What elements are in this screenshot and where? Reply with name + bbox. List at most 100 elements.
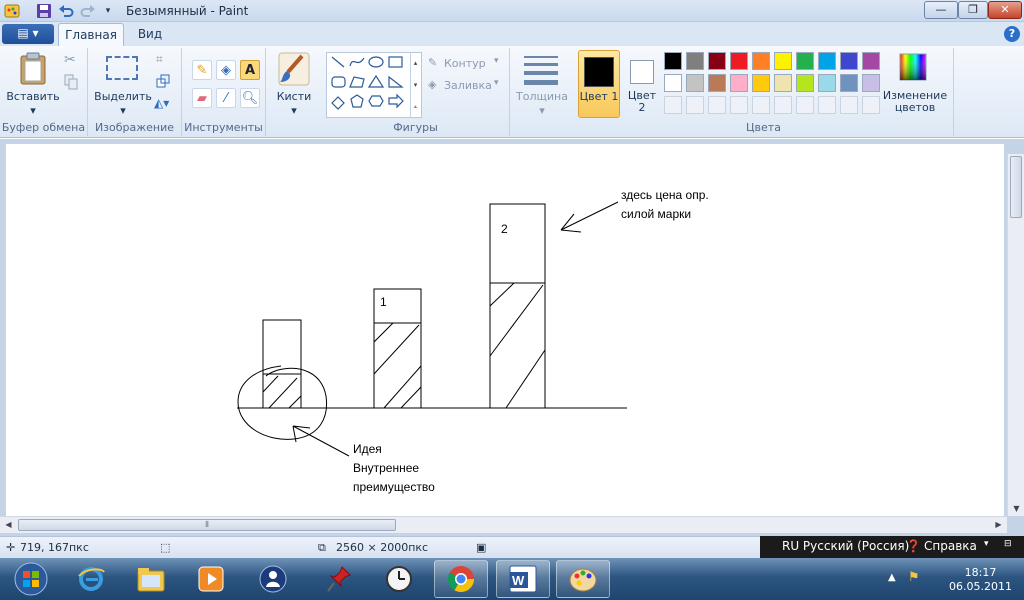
horizontal-scroll-thumb[interactable]: ⦀ xyxy=(18,519,396,531)
palette-color-swatch[interactable] xyxy=(840,74,858,92)
palette-color-swatch[interactable] xyxy=(708,52,726,70)
drawing-canvas[interactable]: 1 2 здесь цена опр. силой марки Идея Вну… xyxy=(6,144,1004,516)
palette-custom-slot[interactable] xyxy=(752,96,770,114)
rotate-icon[interactable]: ◭▾ xyxy=(154,96,169,110)
resize-icon[interactable] xyxy=(156,74,170,91)
help-icon[interactable]: ? xyxy=(1004,26,1020,42)
outline-dropdown-icon[interactable]: ▾ xyxy=(494,56,499,66)
copy-icon[interactable] xyxy=(64,74,78,93)
select-dropdown-icon[interactable]: ▾ xyxy=(92,104,154,117)
color2-button[interactable]: Цвет 2 xyxy=(624,50,662,118)
pencil-icon[interactable]: ✎ xyxy=(192,60,212,80)
edit-colors-button[interactable]: Изменение цветов xyxy=(880,90,950,114)
customize-quick-access-icon[interactable]: ▾ xyxy=(100,3,116,19)
scroll-right-arrow-icon[interactable]: ▶ xyxy=(991,517,1006,532)
help-link[interactable]: Справка xyxy=(924,539,977,553)
internet-explorer-icon[interactable] xyxy=(64,560,118,598)
line-size-icon[interactable] xyxy=(524,56,558,85)
redo-icon[interactable] xyxy=(80,3,96,19)
palette-color-swatch[interactable] xyxy=(862,74,880,92)
color-picker-icon[interactable]: ⁄ xyxy=(216,88,236,108)
vertical-scroll-thumb[interactable] xyxy=(1010,156,1022,218)
palette-custom-slot[interactable] xyxy=(818,96,836,114)
palette-custom-slot[interactable] xyxy=(840,96,858,114)
palette-color-swatch[interactable] xyxy=(752,74,770,92)
show-hidden-icons-icon[interactable]: ▲ xyxy=(888,572,896,583)
language-bar-options-icon[interactable]: ▾ xyxy=(984,539,989,549)
crop-icon[interactable]: ⌗ xyxy=(156,52,163,67)
minimize-button[interactable]: — xyxy=(924,1,958,19)
edit-colors-icon[interactable] xyxy=(898,52,928,85)
palette-custom-slot[interactable] xyxy=(730,96,748,114)
vertical-scrollbar[interactable]: ▼ xyxy=(1007,154,1024,516)
paste-button[interactable]: Вставить xyxy=(6,90,60,103)
language-selector[interactable]: RU Русский (Россия) xyxy=(782,539,909,553)
fill-bucket-icon[interactable]: ◈ xyxy=(216,60,236,80)
clock-app-icon[interactable] xyxy=(372,560,426,598)
palette-color-swatch[interactable] xyxy=(840,52,858,70)
palette-custom-slot[interactable] xyxy=(664,96,682,114)
palette-color-swatch[interactable] xyxy=(686,74,704,92)
palette-color-swatch[interactable] xyxy=(730,74,748,92)
paint-taskbar-icon[interactable] xyxy=(556,560,610,598)
cut-icon[interactable]: ✂ xyxy=(64,52,76,68)
help-circle-icon[interactable]: ❓ xyxy=(906,539,921,553)
select-icon[interactable] xyxy=(106,56,138,80)
palette-color-swatch[interactable] xyxy=(862,52,880,70)
maximize-button[interactable]: ❐ xyxy=(958,1,988,19)
undo-icon[interactable] xyxy=(58,3,74,19)
language-bar-restore-icon[interactable]: ⊟ xyxy=(1004,539,1012,549)
scroll-down-arrow-icon[interactable]: ▼ xyxy=(1009,501,1024,516)
palette-color-swatch[interactable] xyxy=(796,52,814,70)
magnifier-icon[interactable]: 🔍︎ xyxy=(240,88,260,108)
outline-icon[interactable]: ✎ xyxy=(428,56,437,69)
color1-button[interactable]: Цвет 1 xyxy=(578,50,620,118)
palette-custom-slot[interactable] xyxy=(708,96,726,114)
outline-button[interactable]: Контур xyxy=(444,57,486,70)
text-icon[interactable]: A xyxy=(240,60,260,80)
palette-color-swatch[interactable] xyxy=(664,74,682,92)
tab-home[interactable]: Главная xyxy=(58,23,124,46)
brush-icon[interactable] xyxy=(278,52,310,89)
paste-icon[interactable] xyxy=(18,52,48,89)
palette-custom-slot[interactable] xyxy=(774,96,792,114)
pushpin-icon[interactable] xyxy=(312,560,366,598)
tab-view[interactable]: Вид xyxy=(130,23,170,46)
palette-custom-slot[interactable] xyxy=(796,96,814,114)
media-player-icon[interactable] xyxy=(184,560,238,598)
file-menu-button[interactable]: ▤ ▾ xyxy=(2,24,54,44)
palette-color-swatch[interactable] xyxy=(818,52,836,70)
palette-custom-slot[interactable] xyxy=(686,96,704,114)
palette-color-swatch[interactable] xyxy=(774,74,792,92)
palette-color-swatch[interactable] xyxy=(774,52,792,70)
brushes-button[interactable]: Кисти xyxy=(270,90,318,103)
shapes-gallery[interactable] xyxy=(326,52,422,118)
size-button[interactable]: Толщина xyxy=(512,90,572,103)
action-center-flag-icon[interactable]: ⚑ xyxy=(908,570,920,585)
scroll-left-arrow-icon[interactable]: ◀ xyxy=(1,517,16,532)
palette-color-swatch[interactable] xyxy=(752,52,770,70)
start-button[interactable] xyxy=(4,560,58,598)
close-button[interactable]: ✕ xyxy=(988,1,1022,19)
user-icon[interactable] xyxy=(246,560,300,598)
fill-icon[interactable]: ◈ xyxy=(428,78,436,91)
fill-dropdown-icon[interactable]: ▾ xyxy=(494,78,499,88)
file-explorer-icon[interactable] xyxy=(124,560,178,598)
palette-color-swatch[interactable] xyxy=(708,74,726,92)
paint-app-icon[interactable] xyxy=(4,3,20,19)
horizontal-scrollbar[interactable]: ◀ ⦀ ▶ xyxy=(0,516,1007,533)
eraser-icon[interactable]: ▰ xyxy=(192,88,212,108)
palette-color-swatch[interactable] xyxy=(796,74,814,92)
palette-color-swatch[interactable] xyxy=(818,74,836,92)
palette-custom-slot[interactable] xyxy=(862,96,880,114)
shapes-gallery-scroll[interactable]: ▴ ▾ ⩡ xyxy=(410,52,420,118)
palette-color-swatch[interactable] xyxy=(686,52,704,70)
palette-color-swatch[interactable] xyxy=(730,52,748,70)
fill-button[interactable]: Заливка xyxy=(444,79,492,92)
chrome-icon[interactable] xyxy=(434,560,488,598)
word-icon[interactable]: W xyxy=(496,560,550,598)
system-clock[interactable]: 18:17 06.05.2011 xyxy=(949,566,1012,594)
palette-color-swatch[interactable] xyxy=(664,52,682,70)
brushes-dropdown-icon[interactable]: ▾ xyxy=(270,104,318,117)
paste-dropdown-icon[interactable]: ▾ xyxy=(6,104,60,117)
